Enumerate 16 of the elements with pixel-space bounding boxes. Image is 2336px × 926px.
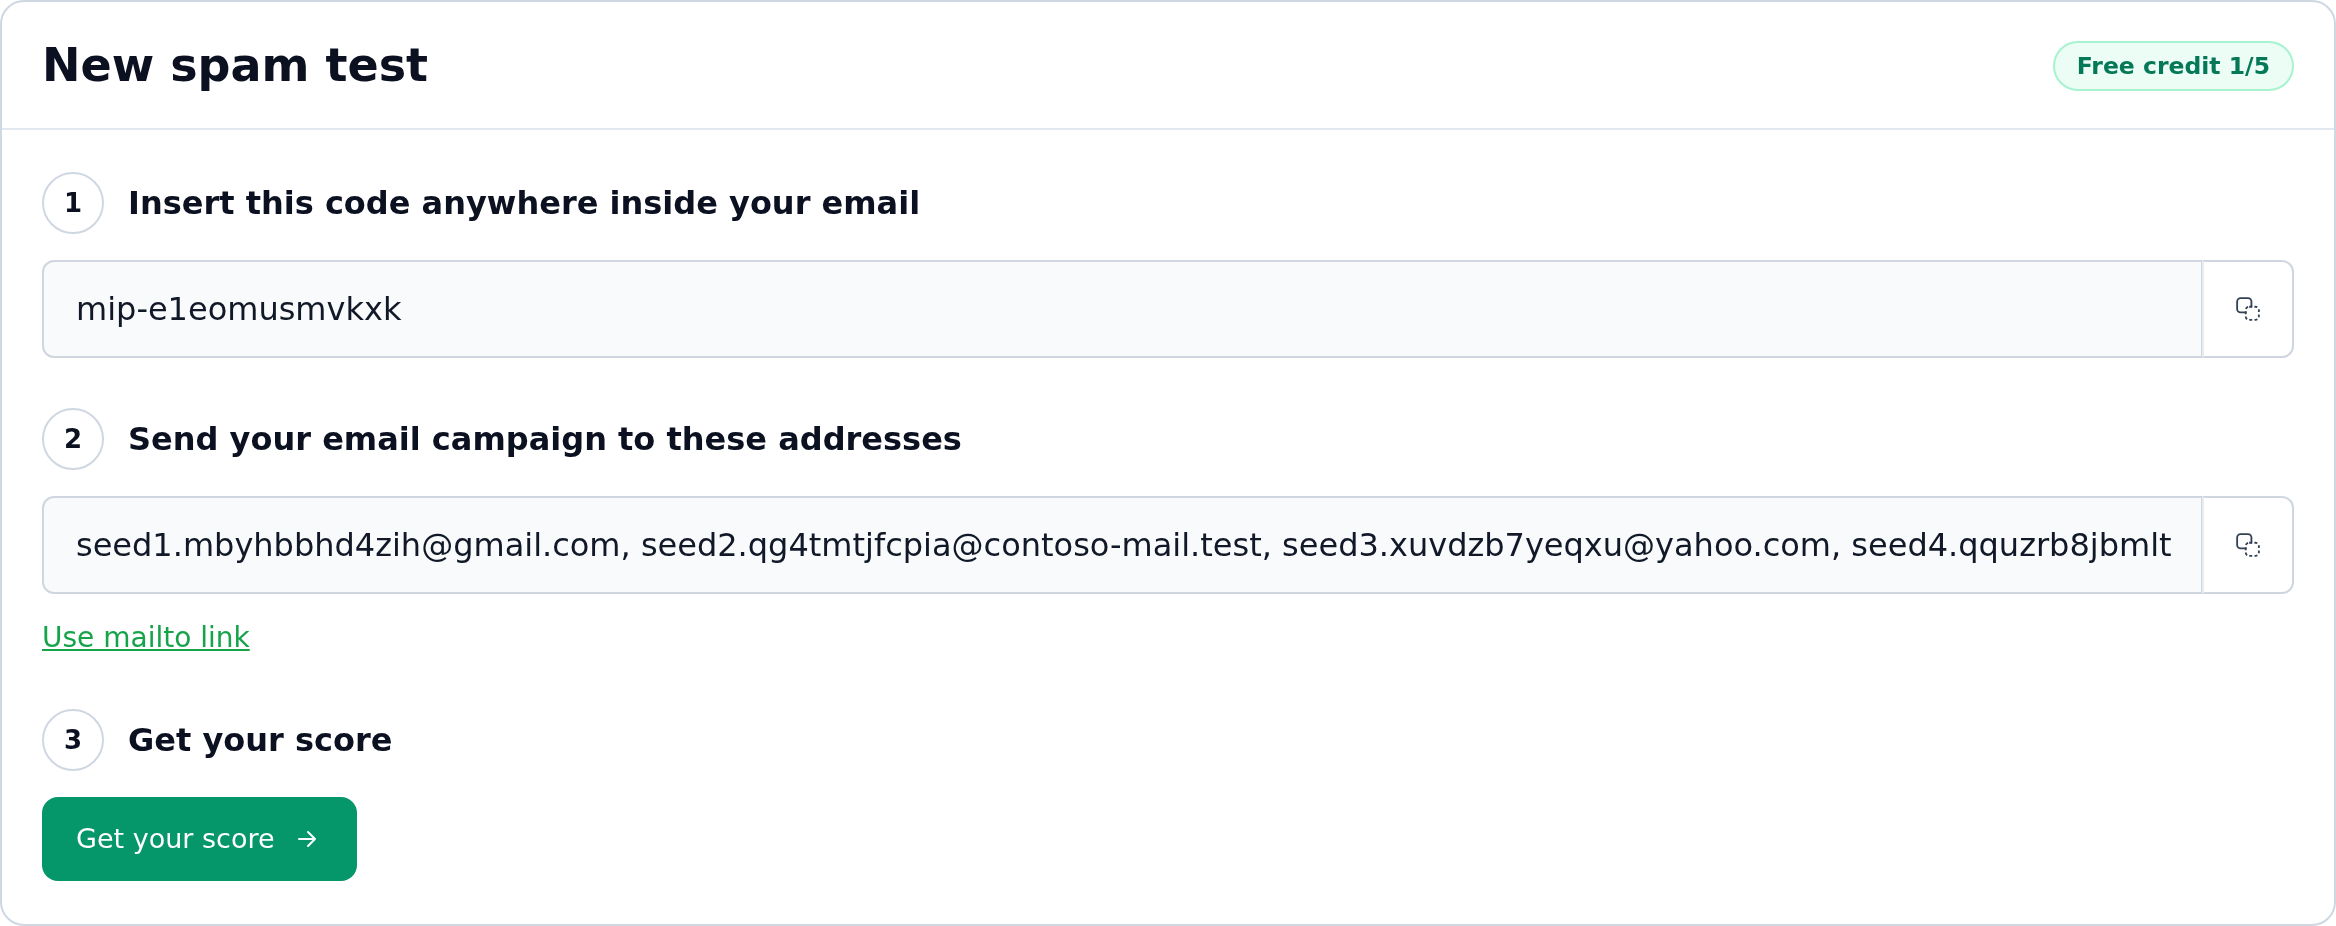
get-score-button[interactable]: Get your score xyxy=(42,797,357,881)
text-field[interactable]: seed1.mbyhbbhd4zih@gmail.com, seed2.qg4tmtjfcpia@contoso-mail.test, seed3.xuvdzb7yeqxu@yahoo.com, seed4.qquzrb8jbmlt xyxy=(42,496,2203,595)
text-field[interactable]: mip-e1eomusmvkxk xyxy=(42,260,2203,359)
copy-icon xyxy=(2236,297,2260,322)
copy-icon xyxy=(2236,533,2260,558)
copy-button[interactable] xyxy=(2202,496,2294,595)
step-title: Get your score xyxy=(128,721,393,760)
step-number: 2 xyxy=(42,408,104,471)
step-title: Insert this code anywhere inside your email xyxy=(128,184,921,223)
step-title: Send your email campaign to these addresses xyxy=(128,420,962,459)
page-title: New spam test xyxy=(42,38,429,94)
copy-button[interactable] xyxy=(2202,260,2294,359)
step-number: 3 xyxy=(42,709,104,772)
credit-badge: Free credit 1/5 xyxy=(2052,40,2294,91)
step-number: 1 xyxy=(42,172,104,235)
arrow-right-icon xyxy=(296,828,317,849)
